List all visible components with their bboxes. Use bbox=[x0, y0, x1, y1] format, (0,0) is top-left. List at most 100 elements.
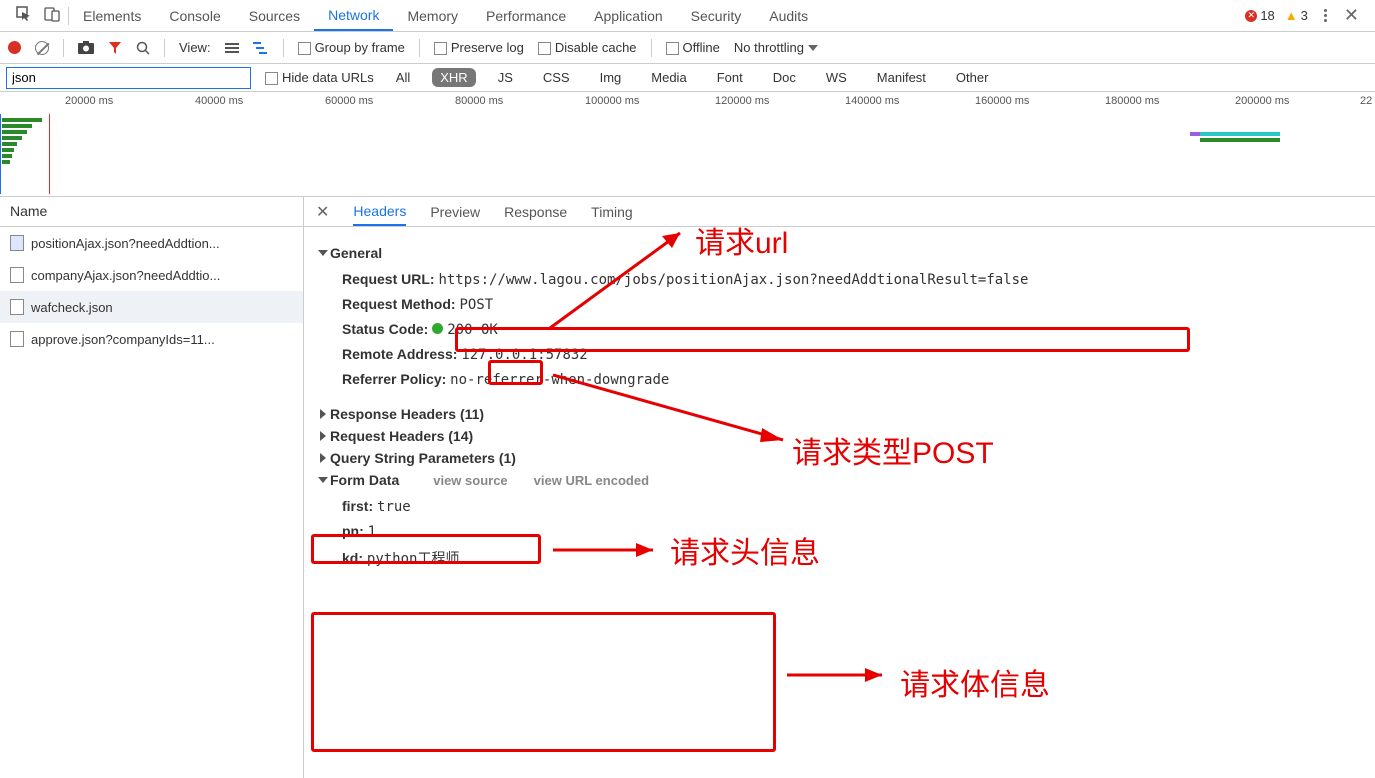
timeline-ticks: 20000 ms 40000 ms 60000 ms 80000 ms 1000… bbox=[0, 92, 1375, 114]
hide-data-urls-checkbox[interactable]: Hide data URLs bbox=[265, 70, 374, 85]
tick: 60000 ms bbox=[325, 95, 373, 107]
tick: 200000 ms bbox=[1235, 95, 1289, 107]
panel-tabs: Elements Console Sources Network Memory … bbox=[69, 0, 822, 31]
tick: 160000 ms bbox=[975, 95, 1029, 107]
main-split: Name positionAjax.json?needAddtion... co… bbox=[0, 197, 1375, 778]
view-url-encoded-link[interactable]: view URL encoded bbox=[534, 473, 649, 488]
waterfall-bar bbox=[1200, 132, 1280, 136]
request-headers-section[interactable]: Request Headers (14) bbox=[320, 428, 1359, 444]
clear-button[interactable] bbox=[35, 41, 49, 55]
network-toolbar: View: Group by frame Preserve log Disabl… bbox=[0, 32, 1375, 64]
request-name: approve.json?companyIds=11... bbox=[31, 332, 215, 347]
type-ws[interactable]: WS bbox=[818, 68, 855, 87]
request-method-row: Request Method: POST bbox=[320, 292, 1359, 317]
type-img[interactable]: Img bbox=[592, 68, 630, 87]
preserve-log-checkbox[interactable]: Preserve log bbox=[434, 40, 524, 55]
waterfall-bar bbox=[2, 142, 17, 146]
filter-icon[interactable] bbox=[108, 41, 122, 55]
file-icon bbox=[10, 267, 24, 283]
caret-icon bbox=[318, 250, 328, 256]
tab-console[interactable]: Console bbox=[155, 0, 234, 31]
tab-timing[interactable]: Timing bbox=[591, 199, 633, 225]
request-url-value: https://www.lagou.com/jobs/positionAjax.… bbox=[438, 272, 1028, 288]
request-row[interactable]: positionAjax.json?needAddtion... bbox=[0, 227, 303, 259]
status-code-value: 200 OK bbox=[447, 322, 498, 338]
type-xhr[interactable]: XHR bbox=[432, 68, 475, 87]
view-source-link[interactable]: view source bbox=[433, 473, 507, 488]
tick: 120000 ms bbox=[715, 95, 769, 107]
request-url-row: Request URL: https://www.lagou.com/jobs/… bbox=[320, 267, 1359, 292]
tab-network[interactable]: Network bbox=[314, 0, 393, 31]
caret-icon bbox=[320, 453, 326, 463]
waterfall-bar bbox=[2, 124, 32, 128]
type-other[interactable]: Other bbox=[948, 68, 997, 87]
kebab-menu-icon[interactable] bbox=[1318, 9, 1334, 22]
tab-security[interactable]: Security bbox=[677, 0, 756, 31]
warning-count[interactable]: ▲3 bbox=[1285, 8, 1308, 23]
tab-elements[interactable]: Elements bbox=[69, 0, 155, 31]
query-string-section[interactable]: Query String Parameters (1) bbox=[320, 450, 1359, 466]
inspect-icon[interactable] bbox=[16, 6, 32, 25]
close-detail-icon[interactable]: ✕ bbox=[316, 202, 329, 222]
request-row[interactable]: wafcheck.json bbox=[0, 291, 303, 323]
waterfall-icon[interactable] bbox=[253, 41, 269, 55]
waterfall-bar bbox=[2, 154, 12, 158]
request-name: wafcheck.json bbox=[31, 300, 113, 315]
waterfall-bar bbox=[2, 130, 27, 134]
remote-address-row: Remote Address: 127.0.0.1:57832 bbox=[320, 342, 1359, 367]
waterfall-bar bbox=[1190, 132, 1200, 136]
request-method-value: POST bbox=[459, 297, 493, 313]
form-data-kd: kd: python工程师 bbox=[320, 544, 1359, 572]
type-media[interactable]: Media bbox=[643, 68, 694, 87]
separator bbox=[63, 39, 64, 57]
tick: 100000 ms bbox=[585, 95, 639, 107]
type-manifest[interactable]: Manifest bbox=[869, 68, 934, 87]
caret-icon bbox=[320, 409, 326, 419]
file-icon bbox=[10, 331, 24, 347]
type-css[interactable]: CSS bbox=[535, 68, 578, 87]
record-button[interactable] bbox=[8, 41, 21, 54]
search-icon[interactable] bbox=[136, 41, 150, 55]
group-by-frame-checkbox[interactable]: Group by frame bbox=[298, 40, 405, 55]
name-column-header[interactable]: Name bbox=[0, 197, 303, 227]
tab-memory[interactable]: Memory bbox=[393, 0, 472, 31]
close-icon[interactable]: ✕ bbox=[1344, 5, 1359, 26]
form-data-first: first: true bbox=[320, 494, 1359, 519]
device-toggle-icon[interactable] bbox=[44, 6, 60, 25]
tab-response[interactable]: Response bbox=[504, 199, 567, 225]
filter-input[interactable] bbox=[6, 67, 251, 89]
request-row[interactable]: approve.json?companyIds=11... bbox=[0, 323, 303, 355]
tab-performance[interactable]: Performance bbox=[472, 0, 580, 31]
large-rows-icon[interactable] bbox=[225, 43, 239, 53]
devtools-top-bar: Elements Console Sources Network Memory … bbox=[0, 0, 1375, 32]
chevron-down-icon bbox=[808, 45, 818, 51]
request-list: Name positionAjax.json?needAddtion... co… bbox=[0, 197, 304, 778]
waterfall-bar bbox=[2, 148, 14, 152]
top-right: ✕18 ▲3 ✕ bbox=[1237, 5, 1367, 26]
tick: 180000 ms bbox=[1105, 95, 1159, 107]
tab-sources[interactable]: Sources bbox=[235, 0, 314, 31]
tab-audits[interactable]: Audits bbox=[755, 0, 822, 31]
tab-application[interactable]: Application bbox=[580, 0, 677, 31]
type-js[interactable]: JS bbox=[490, 68, 521, 87]
screenshot-icon[interactable] bbox=[78, 41, 94, 54]
request-name: companyAjax.json?needAddtio... bbox=[31, 268, 220, 283]
error-count[interactable]: ✕18 bbox=[1245, 8, 1274, 23]
type-doc[interactable]: Doc bbox=[765, 68, 804, 87]
type-font[interactable]: Font bbox=[709, 68, 751, 87]
request-row[interactable]: companyAjax.json?needAddtio... bbox=[0, 259, 303, 291]
general-section[interactable]: General bbox=[320, 245, 1359, 261]
disable-cache-checkbox[interactable]: Disable cache bbox=[538, 40, 637, 55]
form-data-section[interactable]: Form Data view source view URL encoded bbox=[320, 472, 1359, 488]
tab-preview[interactable]: Preview bbox=[430, 199, 480, 225]
throttling-dropdown[interactable]: No throttling bbox=[734, 40, 818, 55]
response-headers-section[interactable]: Response Headers (11) bbox=[320, 406, 1359, 422]
timeline-overview[interactable]: 20000 ms 40000 ms 60000 ms 80000 ms 1000… bbox=[0, 92, 1375, 197]
file-icon bbox=[10, 235, 24, 251]
tab-headers[interactable]: Headers bbox=[353, 198, 406, 226]
offline-checkbox[interactable]: Offline bbox=[666, 40, 720, 55]
request-detail: ✕ Headers Preview Response Timing Genera… bbox=[304, 197, 1375, 778]
type-all[interactable]: All bbox=[388, 68, 418, 87]
top-left-icons bbox=[8, 6, 68, 25]
detail-body: General Request URL: https://www.lagou.c… bbox=[304, 227, 1375, 584]
